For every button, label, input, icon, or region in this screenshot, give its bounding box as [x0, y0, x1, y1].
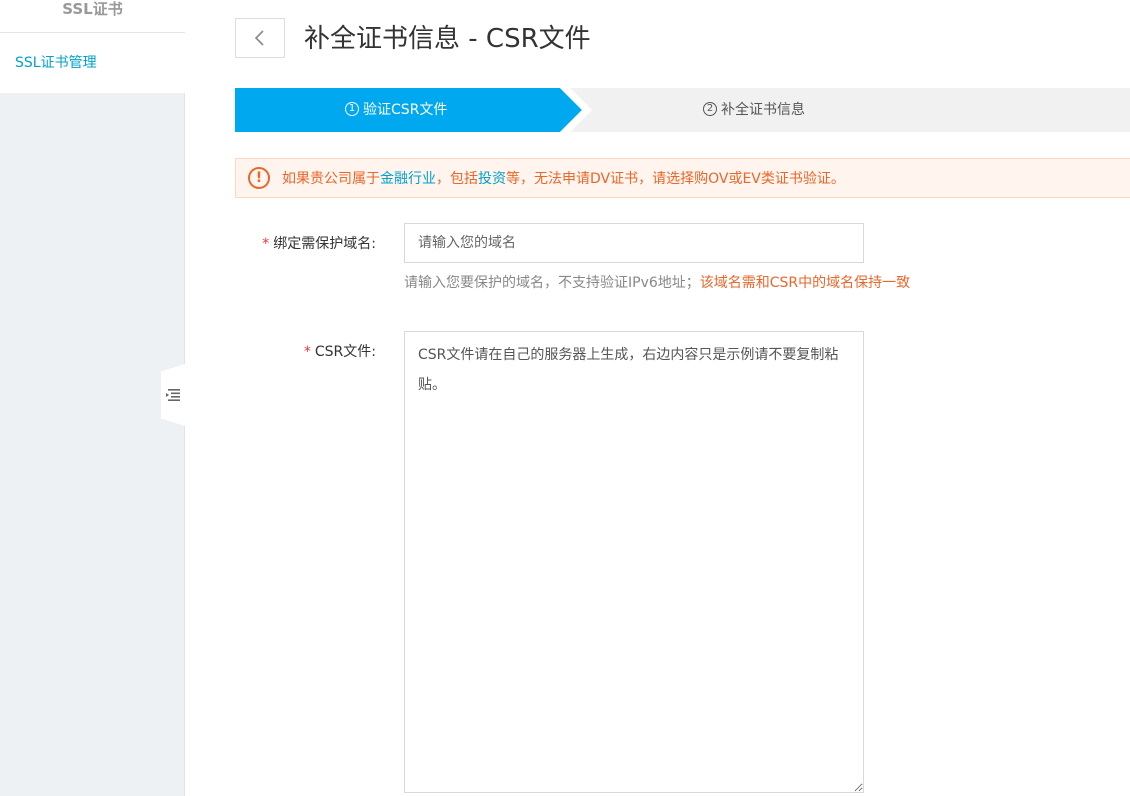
required-mark: * [303, 344, 311, 360]
menu-collapse-icon [166, 389, 180, 401]
back-button[interactable] [235, 18, 285, 58]
step-number: 1 [345, 102, 359, 116]
warning-alert: ! 如果贵公司属于 金融行业 ，包括 投资 等，无法申请DV证书，请选择购OV或EV类证… [235, 158, 1130, 198]
step-2: 2 补全证书信息 [703, 88, 805, 132]
step-label: 补全证书信息 [721, 102, 805, 118]
step-number: 2 [703, 102, 717, 116]
alert-text: 等，无法申请DV证书，请选择购OV或EV类证书验证。 [506, 171, 845, 187]
domain-hint-warning: 该域名需和CSR中的域名保持一致 [699, 275, 911, 291]
step-1: 1 验证CSR文件 [345, 88, 447, 132]
warning-icon: ! [248, 167, 270, 189]
sidebar-item-ssl-cert-management[interactable]: SSL证书管理 [0, 33, 185, 93]
sidebar: SSL证书 SSL证书管理 [0, 0, 185, 796]
sidebar-item-label: SSL证书管理 [15, 55, 97, 71]
page-title: 补全证书信息 - CSR文件 [304, 24, 591, 54]
steps-progress: 1 验证CSR文件 2 补全证书信息 [235, 88, 1130, 132]
domain-hint: 请输入您要保护的域名，不支持验证IPv6地址；该域名需和CSR中的域名保持一致 [404, 275, 911, 291]
required-mark: * [262, 236, 270, 252]
step-label: 验证CSR文件 [363, 102, 448, 118]
domain-field-label: * 绑定需保护域名: [262, 236, 376, 252]
sidebar-collapse-toggle[interactable] [161, 364, 185, 426]
sidebar-title: SSL证书 [0, 0, 185, 33]
domain-input[interactable] [404, 223, 864, 263]
csr-field-label: * CSR文件: [303, 344, 376, 360]
finance-industry-link[interactable]: 金融行业 [380, 168, 436, 188]
alert-text: ，包括 [436, 171, 478, 187]
csr-textarea[interactable] [404, 331, 864, 793]
alert-text: 如果贵公司属于 [282, 171, 380, 187]
investment-link[interactable]: 投资 [478, 168, 506, 188]
chevron-left-icon [254, 30, 264, 46]
step-2-shape [570, 88, 1130, 132]
